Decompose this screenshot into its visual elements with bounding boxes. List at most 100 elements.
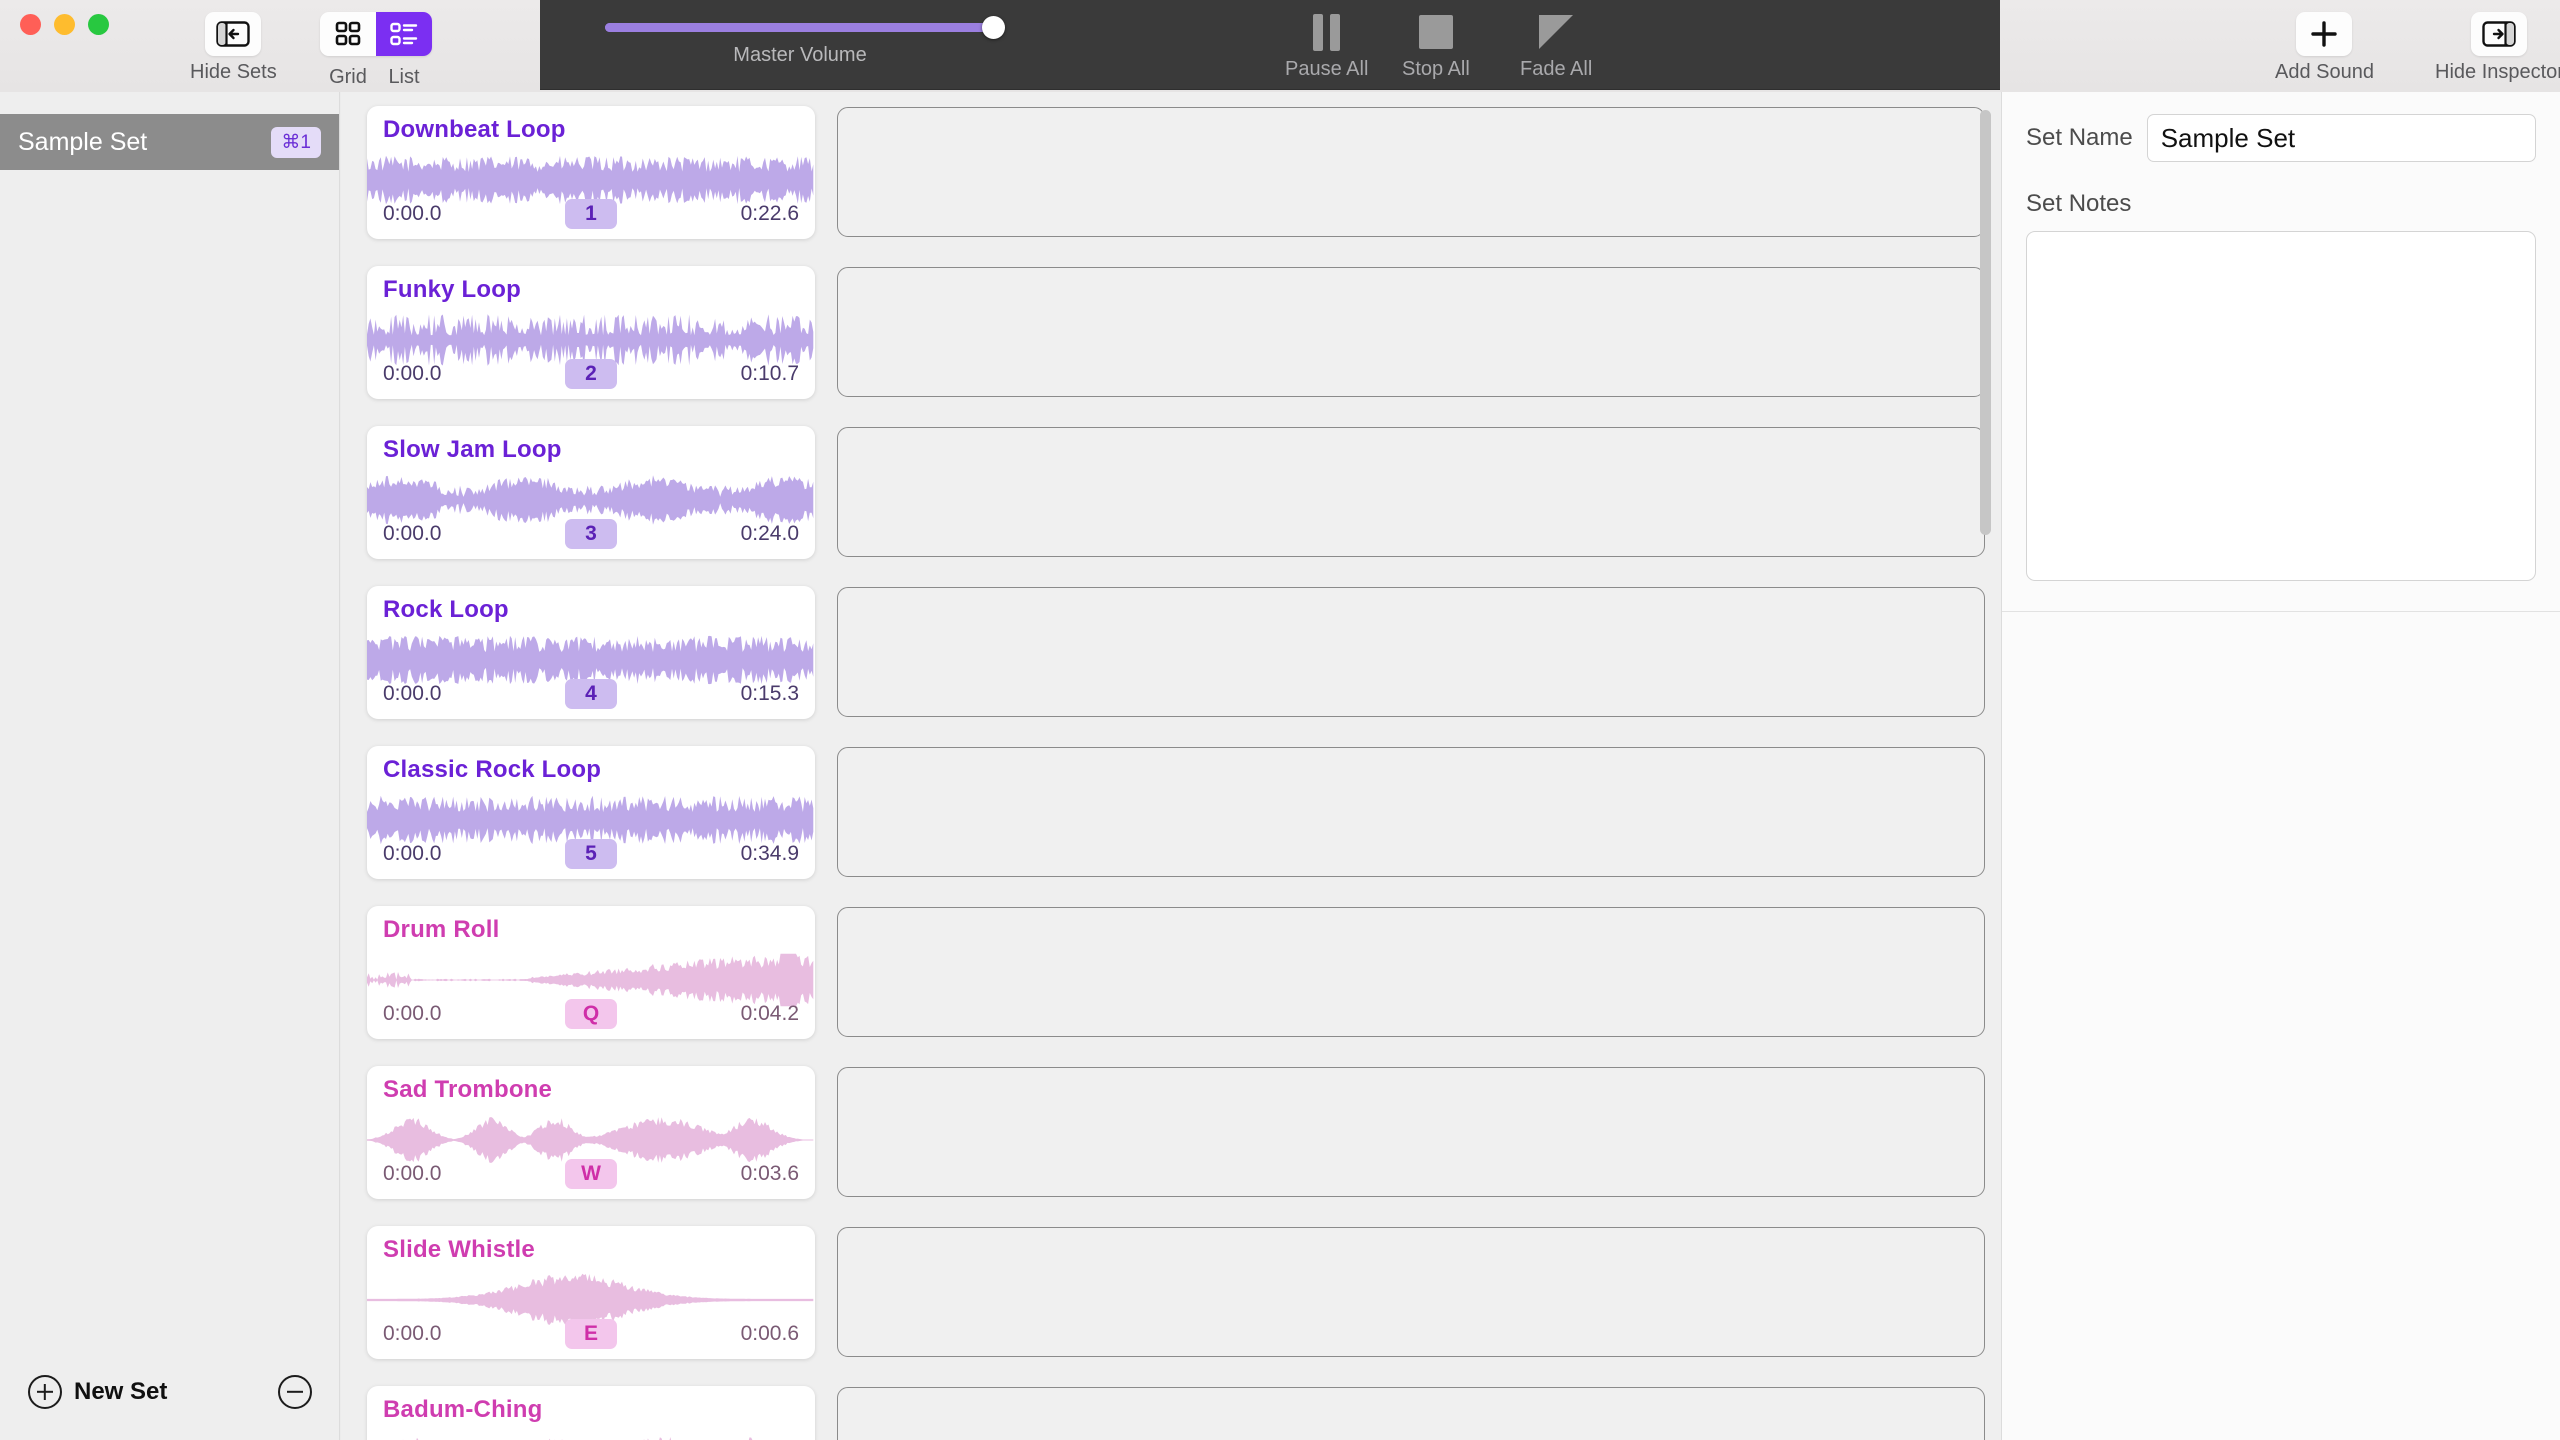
set-notes-input[interactable]	[2026, 231, 2536, 581]
sidebar-footer: New Set	[0, 1344, 340, 1440]
sound-hotkey-badge[interactable]: Q	[565, 998, 617, 1029]
sound-hotkey-badge[interactable]: 3	[565, 518, 617, 549]
sound-duration: 0:10.7	[740, 361, 799, 385]
sound-hotkey-badge[interactable]: E	[565, 1318, 617, 1349]
stop-icon	[1418, 12, 1453, 52]
hide-inspector-button[interactable]: Hide Inspector	[2435, 12, 2560, 84]
sound-dropzone[interactable]	[837, 107, 1985, 237]
sound-hotkey-badge[interactable]: 4	[565, 678, 617, 709]
sound-title: Sad Trombone	[383, 1075, 553, 1103]
sound-meta: 0:00.0 1 0:22.6	[367, 198, 815, 229]
sound-title: Classic Rock Loop	[383, 755, 602, 783]
transport-panel: Master Volume Pause All Stop All Fade Al…	[540, 0, 2000, 90]
set-notes-label: Set Notes	[2026, 190, 2132, 217]
fade-all-button[interactable]: Fade All	[1520, 12, 1592, 81]
sound-dropzone[interactable]	[837, 1227, 1985, 1357]
pause-all-button[interactable]: Pause All	[1285, 12, 1368, 81]
master-volume-knob[interactable]	[982, 16, 1005, 39]
hide-sets-button-surface[interactable]	[205, 12, 262, 56]
fade-icon	[1539, 12, 1574, 52]
add-sound-button[interactable]: Add Sound	[2275, 12, 2374, 84]
sound-row[interactable]: Classic Rock Loop 0:00.0 5 0:34.9	[341, 732, 2001, 892]
sound-duration: 0:04.2	[740, 1001, 799, 1025]
sound-title: Badum-Ching	[383, 1395, 543, 1423]
grid-view-button[interactable]	[320, 12, 376, 56]
minimize-window-button[interactable]	[54, 14, 75, 35]
sets-sidebar: Sample Set ⌘1 New Set	[0, 92, 340, 1440]
sound-row[interactable]: Drum Roll 0:00.0 Q 0:04.2	[341, 892, 2001, 1052]
inspector-panel: Set Name Sample Set Set Notes	[2001, 92, 2560, 1440]
stop-all-button[interactable]: Stop All	[1402, 12, 1470, 81]
new-set-label: New Set	[74, 1378, 168, 1405]
hide-inspector-button-surface[interactable]	[2471, 12, 2528, 56]
master-volume-slider[interactable]	[605, 16, 1005, 39]
view-toggle: Grid List	[320, 12, 432, 89]
hide-sets-button[interactable]: Hide Sets	[190, 12, 277, 84]
sound-dropzone[interactable]	[837, 907, 1985, 1037]
sound-card[interactable]: Downbeat Loop 0:00.0 1 0:22.6	[367, 105, 815, 239]
grid-icon	[335, 21, 361, 46]
sound-title: Slide Whistle	[383, 1235, 535, 1263]
window-toolbar: Hide Sets Grid List Master Volume Pause …	[0, 0, 2560, 92]
plus-circle-icon	[28, 1375, 62, 1409]
minus-circle-icon[interactable]	[278, 1375, 312, 1409]
sound-card[interactable]: Rock Loop 0:00.0 4 0:15.3	[367, 585, 815, 719]
sound-duration: 0:00.6	[740, 1321, 799, 1345]
sound-title: Downbeat Loop	[383, 115, 566, 143]
sound-meta: 0:00.0 2 0:10.7	[367, 358, 815, 389]
sound-card[interactable]: Slide Whistle 0:00.0 E 0:00.6	[367, 1225, 815, 1359]
sound-hotkey-badge[interactable]: 2	[565, 358, 617, 389]
stop-all-label: Stop All	[1402, 58, 1470, 80]
sound-list[interactable]: Downbeat Loop 0:00.0 1 0:22.6 Funky Loop 0:00…	[341, 92, 2001, 1440]
sound-start-time: 0:00.0	[383, 361, 442, 385]
sound-row[interactable]: Sad Trombone 0:00.0 W 0:03.6	[341, 1052, 2001, 1212]
set-shortcut-badge: ⌘1	[271, 126, 321, 158]
sound-row[interactable]: Funky Loop 0:00.0 2 0:10.7	[341, 252, 2001, 412]
sound-list-scrollbar[interactable]	[1980, 110, 1991, 535]
zoom-window-button[interactable]	[88, 14, 109, 35]
sound-dropzone[interactable]	[837, 747, 1985, 877]
sound-card[interactable]: Drum Roll 0:00.0 Q 0:04.2	[367, 905, 815, 1039]
sound-row[interactable]: Downbeat Loop 0:00.0 1 0:22.6	[341, 92, 2001, 252]
set-list: Sample Set ⌘1	[0, 114, 339, 170]
sound-row[interactable]: Slow Jam Loop 0:00.0 3 0:24.0	[341, 412, 2001, 572]
sound-card[interactable]: Slow Jam Loop 0:00.0 3 0:24.0	[367, 425, 815, 559]
sound-row[interactable]: Badum-Ching0:00.0R0:01.4	[341, 1372, 2001, 1440]
sidebar-item-set[interactable]: Sample Set ⌘1	[0, 114, 339, 170]
plus-icon	[2311, 21, 2338, 47]
sound-start-time: 0:00.0	[383, 681, 442, 705]
sound-dropzone[interactable]	[837, 587, 1985, 717]
close-window-button[interactable]	[20, 14, 41, 35]
view-toggle-segments	[320, 12, 432, 56]
sound-card[interactable]: Sad Trombone 0:00.0 W 0:03.6	[367, 1065, 815, 1199]
sound-card[interactable]: Badum-Ching0:00.0R0:01.4	[367, 1385, 815, 1440]
sound-dropzone[interactable]	[837, 1067, 1985, 1197]
set-inspector: Set Name Sample Set Set Notes	[2002, 92, 2560, 612]
add-sound-button-surface[interactable]	[2296, 12, 2353, 56]
sound-hotkey-badge[interactable]: 5	[565, 838, 617, 869]
sound-card[interactable]: Funky Loop 0:00.0 2 0:10.7	[367, 265, 815, 399]
list-view-button[interactable]	[376, 12, 432, 56]
new-set-button[interactable]: New Set	[28, 1375, 167, 1409]
pause-all-label: Pause All	[1285, 58, 1369, 80]
set-name-input[interactable]: Sample Set	[2146, 114, 2536, 162]
sound-title: Rock Loop	[383, 595, 509, 623]
sound-start-time: 0:00.0	[383, 1001, 442, 1025]
sound-card[interactable]: Classic Rock Loop 0:00.0 5 0:34.9	[367, 745, 815, 879]
sound-meta: 0:00.0 Q 0:04.2	[367, 998, 815, 1029]
sound-hotkey-badge[interactable]: 1	[565, 198, 617, 229]
sound-row[interactable]: Slide Whistle 0:00.0 E 0:00.6	[341, 1212, 2001, 1372]
add-sound-label: Add Sound	[2275, 61, 2374, 83]
sound-waveform[interactable]	[367, 1432, 815, 1440]
master-volume-control[interactable]: Master Volume	[605, 14, 1005, 67]
sound-meta: 0:00.0 4 0:15.3	[367, 678, 815, 709]
sound-row[interactable]: Rock Loop 0:00.0 4 0:15.3	[341, 572, 2001, 732]
hide-sets-label: Hide Sets	[190, 61, 277, 83]
sound-dropzone[interactable]	[837, 427, 1985, 557]
sound-start-time: 0:00.0	[383, 841, 442, 865]
sound-hotkey-badge[interactable]: W	[565, 1158, 617, 1189]
sound-dropzone[interactable]	[837, 267, 1985, 397]
sound-duration: 0:22.6	[740, 201, 799, 225]
sound-dropzone[interactable]	[837, 1387, 1985, 1440]
sound-title: Drum Roll	[383, 915, 500, 943]
